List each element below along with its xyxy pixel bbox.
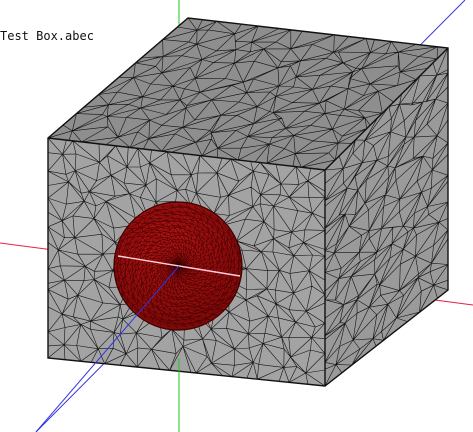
3d-viewport[interactable] bbox=[0, 0, 473, 432]
file-name-label: Test Box.abec bbox=[0, 29, 94, 43]
